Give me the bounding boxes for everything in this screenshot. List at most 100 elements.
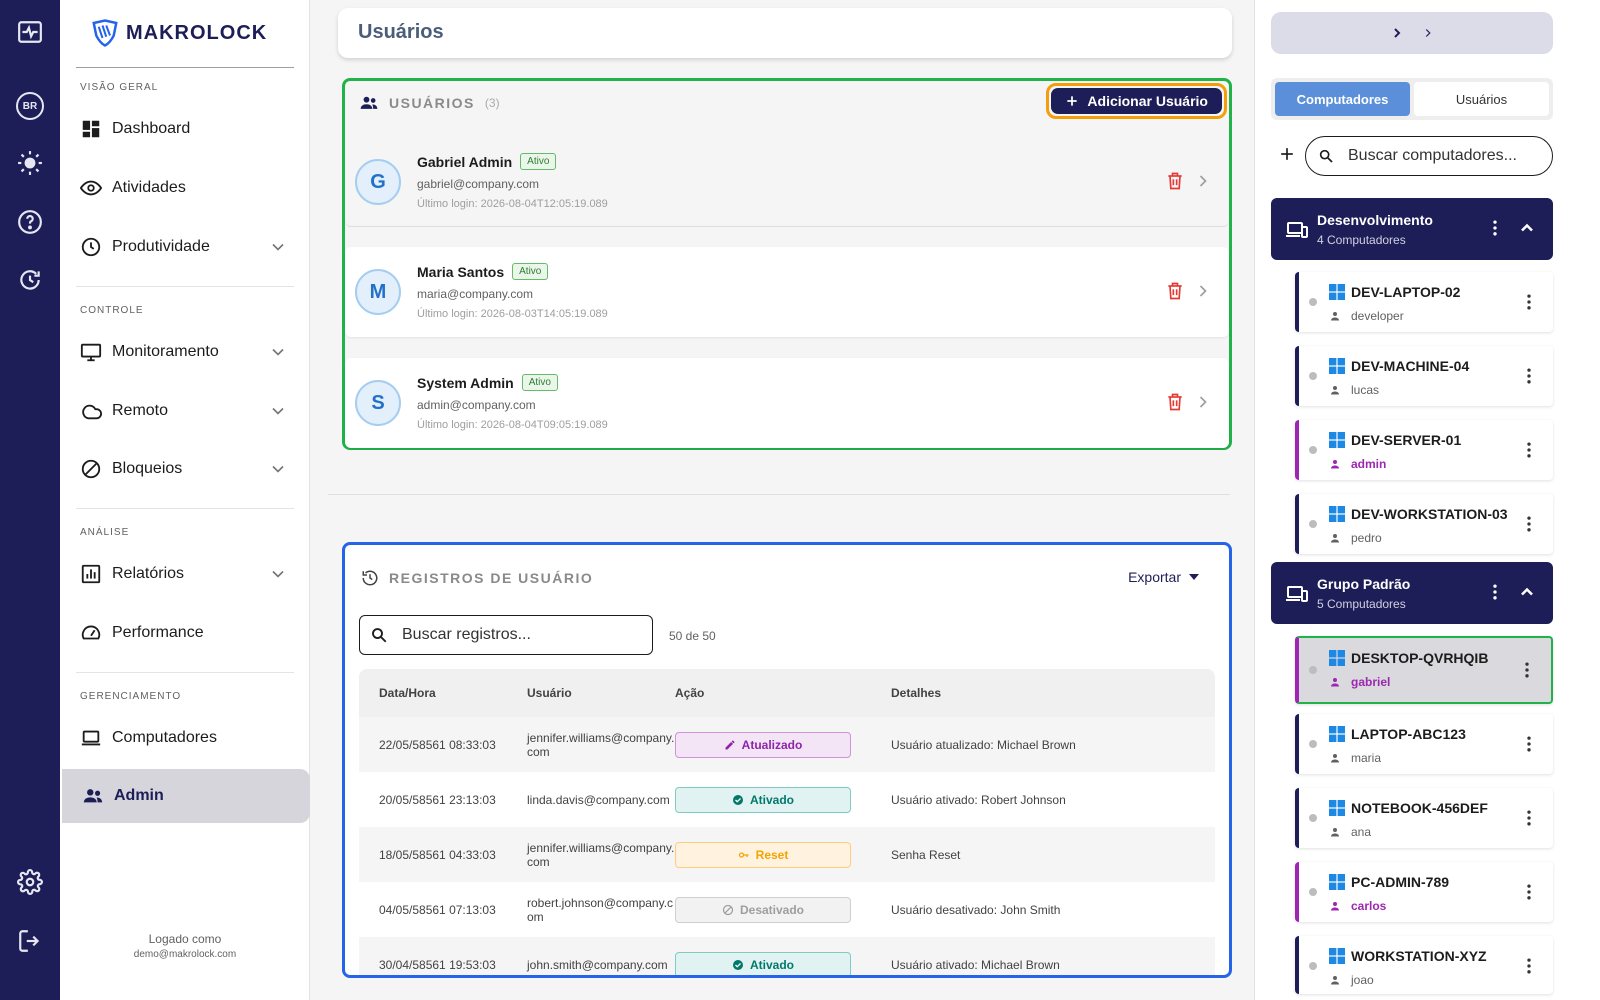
computer-item[interactable]: PC-ADMIN-789 carlos <box>1295 862 1553 922</box>
computer-user-line: joao <box>1331 973 1374 987</box>
add-user-button[interactable]: Adicionar Usuário <box>1046 83 1227 119</box>
computer-name: DEV-MACHINE-04 <box>1351 358 1470 374</box>
delete-trash-icon[interactable] <box>1165 171 1185 191</box>
column-details[interactable]: Detalhes <box>889 686 1215 700</box>
theme-sun-icon[interactable] <box>15 148 45 178</box>
sidebar-item-label: Produtividade <box>112 238 210 255</box>
search-icon <box>372 628 387 643</box>
group-header-grupo-padrao[interactable]: Grupo Padrão 5 Computadores <box>1271 562 1553 624</box>
collapse-panel-button[interactable] <box>1271 12 1553 54</box>
more-vertical-icon[interactable] <box>1519 292 1539 312</box>
computer-item[interactable]: NOTEBOOK-456DEF ana <box>1295 788 1553 848</box>
status-dot <box>1309 888 1317 896</box>
export-dropdown[interactable]: Exportar <box>1128 569 1199 585</box>
page-title: Usuários <box>338 8 1232 58</box>
action-label: Atualizado <box>741 737 803 752</box>
user-row[interactable]: G Gabriel Admin Ativo gabriel@company.com… <box>345 137 1229 227</box>
table-row[interactable]: 30/04/58561 19:53:03 john.smith@company.… <box>359 937 1215 975</box>
cell-action: Ativado <box>675 786 889 813</box>
logs-search-box[interactable] <box>359 615 653 655</box>
sidebar-item-reports[interactable]: Relatórios <box>60 547 310 601</box>
column-datetime[interactable]: Data/Hora <box>359 686 527 700</box>
tab-computers[interactable]: Computadores <box>1275 82 1410 116</box>
user-row[interactable]: M Maria Santos Ativo maria@company.com Úl… <box>345 247 1229 337</box>
more-vertical-icon[interactable] <box>1519 882 1539 902</box>
logout-icon[interactable] <box>15 926 45 956</box>
computer-item[interactable]: DEV-WORKSTATION-03 pedro <box>1295 494 1553 554</box>
computer-item[interactable]: DEV-SERVER-01 admin <box>1295 420 1553 480</box>
brand-logo[interactable]: MAKROLOCK <box>90 18 267 48</box>
user-row[interactable]: S System Admin Ativo admin@company.com Úl… <box>345 358 1229 448</box>
computer-user: carlos <box>1351 899 1387 913</box>
computer-item[interactable]: LAPTOP-ABC123 maria <box>1295 714 1553 774</box>
table-row[interactable]: 04/05/58561 07:13:03 robert.johnson@comp… <box>359 882 1215 937</box>
help-icon[interactable] <box>15 207 45 237</box>
sidebar-item-computers[interactable]: Computadores <box>60 711 310 765</box>
computers-search-input[interactable] <box>1348 147 1538 165</box>
table-row[interactable]: 22/05/58561 08:33:03 jennifer.williams@c… <box>359 717 1215 772</box>
table-row[interactable]: 18/05/58561 04:33:03 jennifer.williams@c… <box>359 827 1215 882</box>
export-label: Exportar <box>1128 569 1181 585</box>
delete-trash-icon[interactable] <box>1165 392 1185 412</box>
chevron-right-icon[interactable] <box>1193 281 1213 301</box>
sidebar-item-blocks[interactable]: Bloqueios <box>60 442 310 496</box>
more-vertical-icon[interactable] <box>1519 440 1539 460</box>
delete-trash-icon[interactable] <box>1165 281 1185 301</box>
user-icon <box>1331 976 1339 985</box>
logs-heading: REGISTROS DE USUÁRIO <box>389 570 594 586</box>
user-name-line: Maria Santos Ativo <box>417 263 549 280</box>
cell-datetime: 04/05/58561 07:13:03 <box>379 902 496 917</box>
cell-datetime: 30/04/58561 19:53:03 <box>379 957 496 972</box>
sidebar-item-dashboard[interactable]: Dashboard <box>60 102 310 156</box>
sidebar-item-performance[interactable]: Performance <box>60 606 310 660</box>
more-vertical-icon[interactable] <box>1485 218 1505 238</box>
more-vertical-icon[interactable] <box>1519 514 1539 534</box>
more-vertical-icon[interactable] <box>1519 956 1539 976</box>
action-badge-activated: Ativado <box>675 786 851 813</box>
activity-pulse-icon[interactable] <box>15 17 45 47</box>
chevron-up-icon[interactable] <box>1517 218 1537 238</box>
chevron-up-icon[interactable] <box>1517 582 1537 602</box>
more-vertical-icon[interactable] <box>1519 808 1539 828</box>
sidebar-item-admin[interactable]: Admin <box>62 769 310 823</box>
language-badge: BR <box>16 92 44 120</box>
users-heading: USUÁRIOS <box>389 95 475 111</box>
sidebar-item-remote[interactable]: Remoto <box>60 384 310 438</box>
table-row[interactable]: 20/05/58561 23:13:03 linda.davis@company… <box>359 772 1215 827</box>
column-action[interactable]: Ação <box>675 686 889 700</box>
computer-user: admin <box>1351 457 1387 471</box>
more-vertical-icon[interactable] <box>1517 660 1537 680</box>
logs-search-input[interactable] <box>402 626 632 644</box>
computer-name: DEV-SERVER-01 <box>1351 432 1462 448</box>
status-dot <box>1309 666 1317 674</box>
more-vertical-icon[interactable] <box>1485 582 1505 602</box>
computers-search-box[interactable] <box>1305 136 1553 176</box>
windows-icon <box>1329 284 1345 300</box>
section-overview-label: VISÃO GERAL <box>80 82 159 93</box>
computer-item[interactable]: DEV-MACHINE-04 lucas <box>1295 346 1553 406</box>
sidebar-item-productivity[interactable]: Produtividade <box>60 220 310 274</box>
computer-user-line: lucas <box>1331 383 1379 397</box>
language-selector[interactable]: BR <box>15 91 45 121</box>
sidebar-item-activities[interactable]: Atividades <box>60 161 310 215</box>
add-computer-plus-icon[interactable] <box>1277 144 1297 164</box>
sidebar-item-monitoring[interactable]: Monitoramento <box>60 325 310 379</box>
computer-item-selected[interactable]: DESKTOP-QVRHQIB gabriel <box>1295 636 1553 704</box>
more-vertical-icon[interactable] <box>1519 734 1539 754</box>
sidebar-item-label: Atividades <box>112 179 186 196</box>
update-icon[interactable] <box>15 265 45 295</box>
group-header-desenvolvimento[interactable]: Desenvolvimento 4 Computadores <box>1271 198 1553 260</box>
more-vertical-icon[interactable] <box>1519 366 1539 386</box>
users-group-icon <box>360 96 378 109</box>
computer-user-line: pedro <box>1331 531 1382 545</box>
status-badge: Ativo <box>521 374 558 391</box>
cell-user: robert.johnson@company.com <box>527 895 674 924</box>
computer-name: PC-ADMIN-789 <box>1351 874 1450 890</box>
tab-users[interactable]: Usuários <box>1414 82 1549 116</box>
computer-item[interactable]: WORKSTATION-XYZ joao <box>1295 936 1553 994</box>
column-user[interactable]: Usuário <box>527 686 675 700</box>
computer-item[interactable]: DEV-LAPTOP-02 developer <box>1295 272 1553 332</box>
settings-gear-icon[interactable] <box>15 867 45 897</box>
chevron-right-icon[interactable] <box>1193 171 1213 191</box>
chevron-right-icon[interactable] <box>1193 392 1213 412</box>
